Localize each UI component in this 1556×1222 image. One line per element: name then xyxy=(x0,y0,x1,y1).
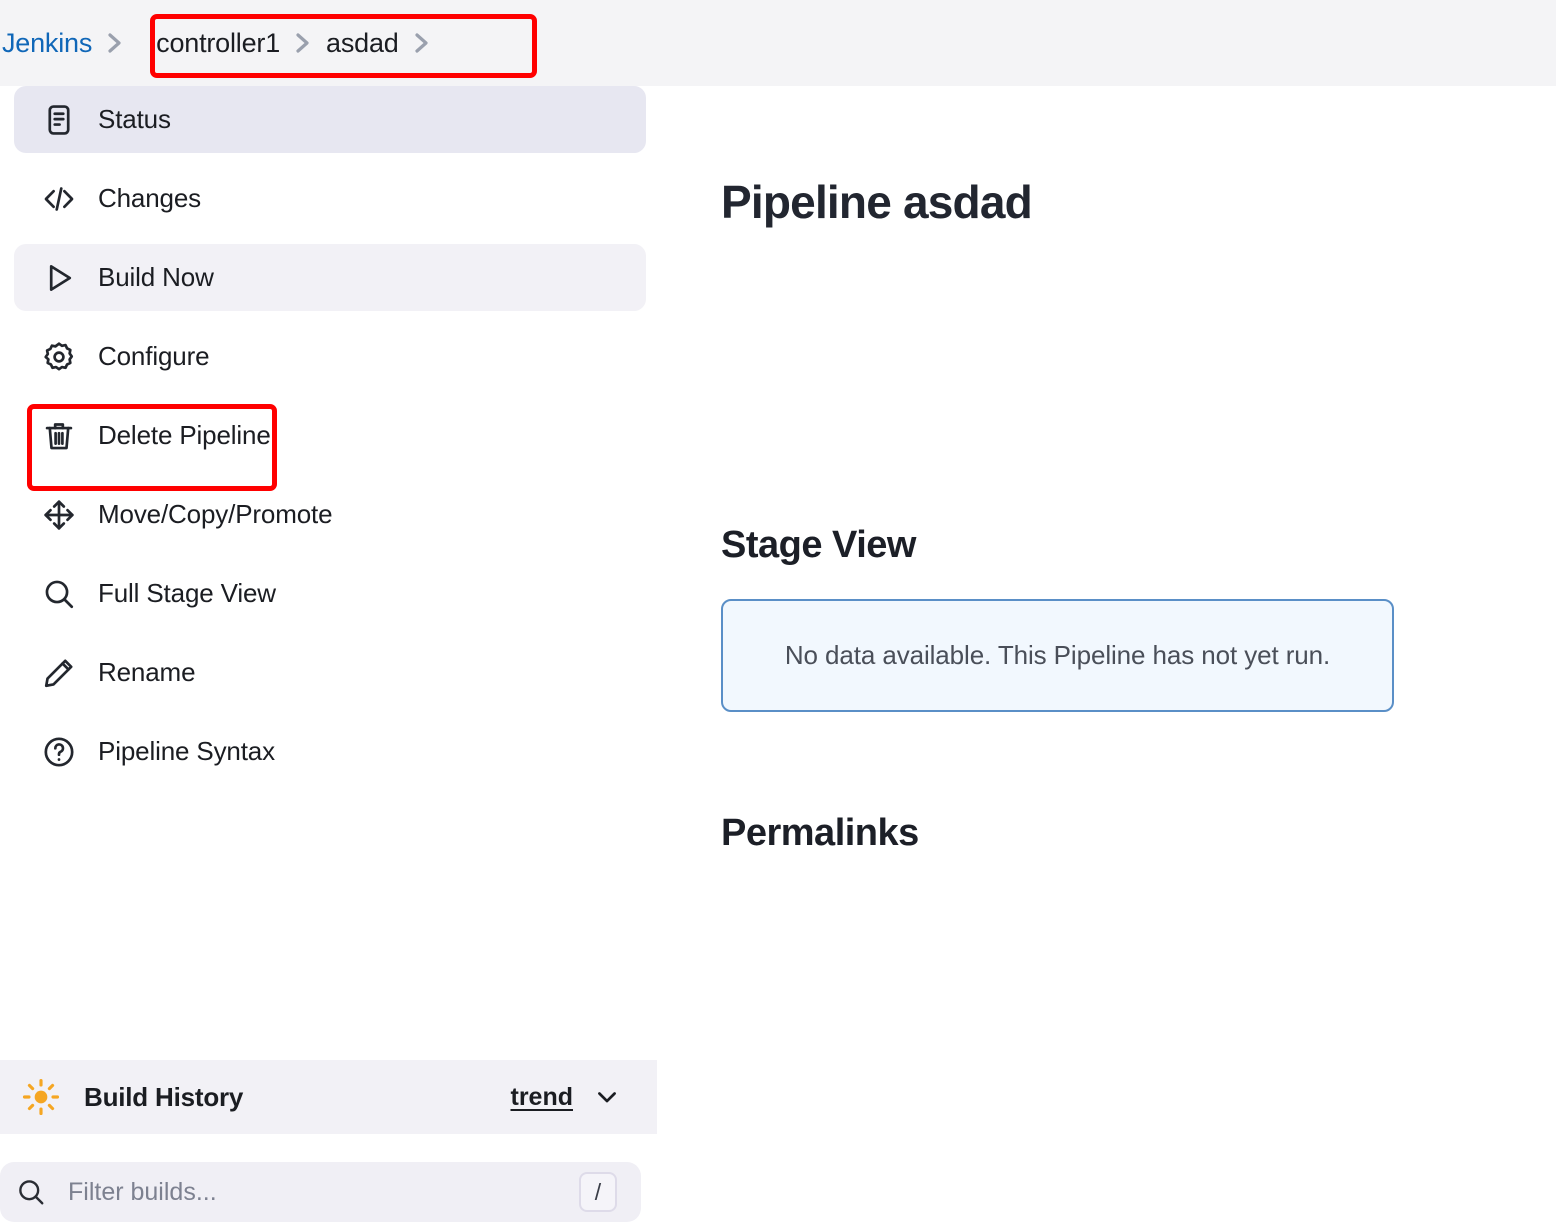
search-icon xyxy=(42,577,80,611)
stage-view-empty-state: No data available. This Pipeline has not… xyxy=(721,599,1394,712)
sidebar-item-delete-pipeline[interactable]: Delete Pipeline xyxy=(14,402,646,469)
page-title: Pipeline asdad xyxy=(721,175,1033,228)
code-icon xyxy=(42,182,80,216)
sidebar-item-status[interactable]: Status xyxy=(14,86,646,153)
sidebar-item-label: Changes xyxy=(98,183,202,213)
breadcrumb: Jenkins controller1 asdad xyxy=(0,0,445,86)
document-icon xyxy=(42,103,80,137)
chevron-right-icon xyxy=(92,29,138,57)
sidebar-item-build-now[interactable]: Build Now xyxy=(14,244,646,311)
search-icon xyxy=(16,1177,46,1207)
sidebar-item-label: Full Stage View xyxy=(98,578,276,608)
build-history-header: Build History trend xyxy=(0,1060,657,1134)
sidebar-item-rename[interactable]: Rename xyxy=(14,639,646,706)
search-shortcut-badge: / xyxy=(579,1172,617,1212)
filter-builds-input[interactable] xyxy=(68,1177,498,1207)
trend-link[interactable]: trend xyxy=(511,1083,574,1112)
sidebar-item-label: Delete Pipeline xyxy=(98,420,271,450)
sidebar-item-label: Rename xyxy=(98,657,196,687)
breadcrumb-item-controller1[interactable]: controller1 xyxy=(138,28,280,59)
sidebar-item-pipeline-syntax[interactable]: Pipeline Syntax xyxy=(14,718,646,785)
chevron-down-icon[interactable] xyxy=(593,1083,621,1111)
sidebar-item-full-stage-view[interactable]: Full Stage View xyxy=(14,560,646,627)
pencil-icon xyxy=(42,656,80,690)
sidebar-item-configure[interactable]: Configure xyxy=(14,323,646,390)
sidebar-item-label: Move/Copy/Promote xyxy=(98,499,333,529)
sidebar-item-label: Build Now xyxy=(98,262,214,292)
stage-view-empty-message: No data available. This Pipeline has not… xyxy=(784,640,1331,670)
build-history-title: Build History xyxy=(84,1081,244,1112)
sidebar-item-move-copy-promote[interactable]: Move/Copy/Promote xyxy=(14,481,646,548)
trash-icon xyxy=(42,419,80,453)
sidebar-item-label: Configure xyxy=(98,341,210,371)
sidebar-item-label: Status xyxy=(98,104,171,134)
breadcrumb-item-asdad[interactable]: asdad xyxy=(326,28,399,59)
chevron-right-icon xyxy=(280,29,326,57)
sidebar-item-changes[interactable]: Changes xyxy=(14,165,646,232)
gear-icon xyxy=(42,340,80,374)
sidebar: Status Changes Build Now Configure Delet… xyxy=(0,86,660,1222)
play-icon xyxy=(42,261,80,295)
filter-builds-container[interactable]: / xyxy=(0,1162,641,1222)
breadcrumb-item-jenkins[interactable]: Jenkins xyxy=(2,28,92,59)
sidebar-item-label: Pipeline Syntax xyxy=(98,736,275,766)
header-bar: Jenkins controller1 asdad xyxy=(0,0,1556,86)
main-content: Pipeline asdad Stage View No data availa… xyxy=(660,86,1556,1130)
permalinks-heading: Permalinks xyxy=(721,811,919,854)
sun-icon xyxy=(22,1078,60,1116)
move-arrows-icon xyxy=(42,498,80,532)
question-circle-icon xyxy=(42,735,80,769)
chevron-right-icon xyxy=(399,29,445,57)
stage-view-heading: Stage View xyxy=(721,523,916,566)
build-history-trend-control[interactable]: trend xyxy=(511,1083,622,1112)
